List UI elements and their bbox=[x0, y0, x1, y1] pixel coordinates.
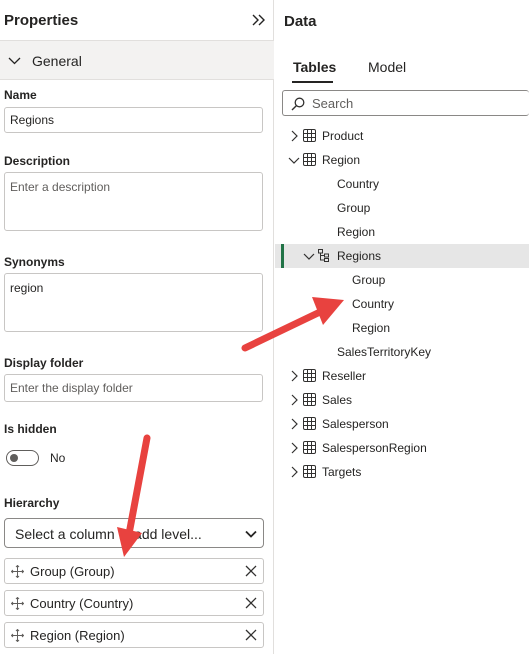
close-icon[interactable] bbox=[245, 565, 257, 577]
tree-item-label: Sales bbox=[322, 393, 353, 407]
chevron-down-icon[interactable] bbox=[288, 154, 300, 166]
tree-field-country[interactable]: Country bbox=[275, 172, 529, 196]
tree-field-group[interactable]: Group bbox=[275, 196, 529, 220]
tree-item-salesperson[interactable]: Salesperson bbox=[275, 412, 529, 436]
tree-field-salesterritorykey[interactable]: SalesTerritoryKey bbox=[275, 340, 529, 364]
tree-level-group[interactable]: Group bbox=[275, 268, 529, 292]
move-arrows-icon[interactable] bbox=[11, 629, 24, 642]
chevron-right-icon[interactable] bbox=[288, 130, 300, 142]
description-label: Description bbox=[4, 154, 71, 168]
table-icon bbox=[303, 465, 316, 478]
hierarchy-level-item[interactable]: Country (Country) bbox=[4, 590, 264, 616]
name-label: Name bbox=[4, 88, 37, 102]
tree-item-label: Targets bbox=[322, 465, 362, 479]
chevron-right-icon[interactable] bbox=[288, 466, 300, 478]
is-hidden-label: Is hidden bbox=[4, 422, 57, 436]
is-hidden-value: No bbox=[50, 451, 66, 465]
tree-item-label: SalesTerritoryKey bbox=[337, 345, 432, 359]
general-section-label: General bbox=[32, 53, 82, 69]
selected-indicator bbox=[281, 244, 284, 268]
tree-level-region[interactable]: Region bbox=[275, 316, 529, 340]
name-field[interactable] bbox=[4, 107, 263, 133]
tree-level-country[interactable]: Country bbox=[275, 292, 529, 316]
tree-item-targets[interactable]: Targets bbox=[275, 460, 529, 484]
tree-item-label: Product bbox=[322, 129, 364, 143]
add-level-select-text: Select a column to add level... bbox=[15, 526, 202, 542]
tree-item-label: Region bbox=[322, 153, 361, 167]
tab-tables[interactable]: Tables bbox=[293, 59, 336, 75]
chevron-down-icon[interactable] bbox=[303, 250, 315, 262]
synonyms-label: Synonyms bbox=[4, 255, 65, 269]
tree-item-reseller[interactable]: Reseller bbox=[275, 364, 529, 388]
chevron-right-icon[interactable] bbox=[288, 394, 300, 406]
general-section-header[interactable]: General bbox=[0, 40, 274, 80]
search-icon bbox=[291, 97, 305, 111]
table-icon bbox=[303, 441, 316, 454]
hierarchy-level-label: Group (Group) bbox=[30, 564, 115, 579]
tree-item-salespersonregion[interactable]: SalespersonRegion bbox=[275, 436, 529, 460]
properties-pane: Properties General Name Description Syno… bbox=[0, 0, 274, 654]
table-icon bbox=[303, 129, 316, 142]
data-pane-title: Data bbox=[284, 13, 317, 30]
tree-item-label: Group bbox=[337, 201, 371, 215]
description-field[interactable] bbox=[4, 172, 263, 231]
active-tab-indicator bbox=[292, 81, 333, 83]
hierarchy-level-item[interactable]: Group (Group) bbox=[4, 558, 264, 584]
tree-item-region[interactable]: Region bbox=[275, 148, 529, 172]
is-hidden-toggle[interactable] bbox=[6, 450, 39, 466]
tree-item-label: Region bbox=[352, 321, 391, 335]
table-icon bbox=[303, 417, 316, 430]
tree-item-label: Country bbox=[337, 177, 380, 191]
move-arrows-icon[interactable] bbox=[11, 565, 24, 578]
hierarchy-level-item[interactable]: Region (Region) bbox=[4, 622, 264, 648]
tree-item-label: Region bbox=[337, 225, 376, 239]
display-folder-label: Display folder bbox=[4, 356, 84, 370]
search-input[interactable] bbox=[312, 94, 522, 112]
properties-title: Properties bbox=[4, 12, 79, 29]
double-chevron-right-icon[interactable] bbox=[250, 11, 268, 29]
table-icon bbox=[303, 369, 316, 382]
synonyms-field[interactable]: region bbox=[4, 273, 263, 332]
tree-item-regions-hierarchy[interactable]: Regions bbox=[275, 244, 529, 268]
tab-model[interactable]: Model bbox=[368, 59, 406, 75]
hierarchy-icon bbox=[318, 249, 329, 262]
tree-item-label: Regions bbox=[337, 249, 382, 263]
chevron-right-icon[interactable] bbox=[288, 442, 300, 454]
close-icon[interactable] bbox=[245, 597, 257, 609]
add-level-select[interactable]: Select a column to add level... bbox=[4, 518, 264, 548]
tree-item-label: SalespersonRegion bbox=[322, 441, 427, 455]
move-arrows-icon[interactable] bbox=[11, 597, 24, 610]
chevron-down-icon bbox=[8, 57, 21, 65]
tree-item-label: Country bbox=[352, 297, 395, 311]
hierarchy-level-label: Region (Region) bbox=[30, 628, 125, 643]
table-icon bbox=[303, 393, 316, 406]
close-icon[interactable] bbox=[245, 629, 257, 641]
hierarchy-label: Hierarchy bbox=[4, 496, 60, 510]
chevron-right-icon[interactable] bbox=[288, 418, 300, 430]
table-icon bbox=[303, 153, 316, 166]
display-folder-field[interactable] bbox=[4, 374, 263, 402]
tree-item-sales[interactable]: Sales bbox=[275, 388, 529, 412]
properties-header: Properties bbox=[0, 0, 274, 40]
chevron-down-icon bbox=[245, 530, 257, 538]
hierarchy-level-label: Country (Country) bbox=[30, 596, 134, 611]
tree-item-product[interactable]: Product bbox=[275, 124, 529, 148]
tree-item-label: Group bbox=[352, 273, 386, 287]
search-box[interactable] bbox=[282, 90, 529, 116]
tree-item-label: Salesperson bbox=[322, 417, 389, 431]
tree-field-region[interactable]: Region bbox=[275, 220, 529, 244]
chevron-right-icon[interactable] bbox=[288, 370, 300, 382]
tree-item-label: Reseller bbox=[322, 369, 367, 383]
data-pane: Data Tables Model Product Region Country… bbox=[275, 0, 529, 654]
toggle-knob bbox=[10, 454, 18, 462]
